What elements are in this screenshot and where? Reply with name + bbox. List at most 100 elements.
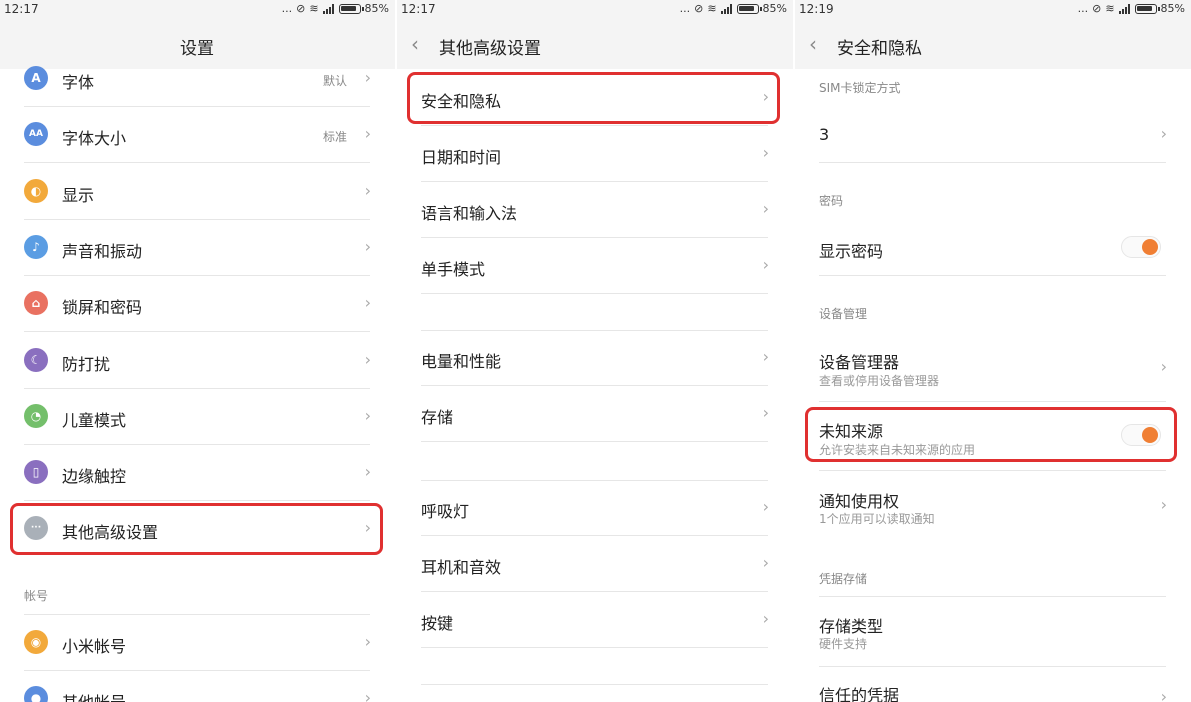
settings-item-label: 字体 [62, 73, 95, 92]
page-title: 安全和隐私 [837, 39, 922, 59]
settings-panel: 12:17 ... ⊘ ≋ 85% 设置 A 字体 默认 › AA 字体大小 标准 › ◐ 显示 ›… [0, 0, 395, 702]
settings-item[interactable]: A 字体 默认 › [0, 51, 395, 107]
divider [421, 647, 768, 648]
chevron-right-icon: › [762, 199, 769, 218]
section-header-account: 帐号 [24, 589, 49, 603]
settings-item-value: 默认 [322, 74, 347, 88]
advanced-settings-item-label: 呼吸灯 [421, 502, 470, 521]
status-time: 12:17 [401, 2, 436, 16]
advanced-settings-item[interactable]: 电量和性能 › [397, 330, 793, 386]
status-bar: 12:17 ... ⊘ ≋ 85% [0, 0, 395, 20]
account-item[interactable]: ◉ 小米帐号 › [0, 615, 395, 671]
advanced-settings-item-label: 日期和时间 [421, 148, 502, 167]
battery-percent: 85% [364, 2, 389, 15]
section-header-device: 设备管理 [819, 307, 868, 321]
other-account-icon: ● [24, 686, 48, 702]
account-item[interactable]: ● 其他帐号 › [0, 671, 395, 702]
settings-item-label: 防打扰 [62, 354, 111, 374]
advanced-settings-item[interactable]: 呼吸灯 › [397, 480, 793, 536]
battery-percent: 85% [762, 2, 787, 15]
device-manager-row[interactable]: 设备管理器 查看或停用设备管理器 › [795, 332, 1191, 402]
edge-touch-icon: ▯ [24, 460, 48, 485]
settings-item[interactable]: ☾ 防打扰 › [0, 333, 395, 389]
chevron-right-icon: › [364, 632, 371, 651]
settings-item[interactable]: ▯ 边缘触控 › [0, 445, 395, 502]
divider [421, 480, 768, 481]
wifi-icon: ≋ [1105, 2, 1115, 15]
settings-item[interactable]: ♪ 声音和振动 › [0, 220, 395, 276]
advanced-settings-item[interactable]: 语言和输入法 › [397, 182, 793, 238]
notification-access-label: 通知使用权 [819, 492, 900, 511]
settings-item-label: 声音和振动 [62, 241, 143, 261]
account-item-label: 其他帐号 [62, 689, 126, 702]
chevron-right-icon: › [762, 143, 769, 162]
sound-icon: ♪ [24, 234, 48, 259]
child-mode-icon: ◔ [24, 403, 48, 428]
status-time: 12:19 [799, 2, 834, 16]
advanced-settings-item[interactable]: 耳机和音效 › [397, 536, 793, 592]
settings-item-value: 标准 [322, 130, 347, 145]
advanced-settings-item[interactable]: 按键 › [397, 592, 793, 648]
battery-icon [338, 3, 364, 14]
advanced-settings-item-label: 按键 [421, 614, 454, 633]
dots-icon: ... [1077, 2, 1089, 15]
chevron-right-icon: › [762, 347, 769, 366]
back-icon[interactable]: ‹ [411, 32, 419, 56]
sim-lock-row[interactable]: 3 › [795, 107, 1191, 163]
advanced-settings-panel: 12:17 ... ⊘ ≋ 85% ‹ 其他高级设置 安全和隐私 › 日期和时间 › 语… [397, 0, 793, 702]
chevron-right-icon: › [364, 293, 371, 313]
moon-icon: ☾ [24, 347, 48, 372]
advanced-settings-item[interactable]: 存储 › [397, 386, 793, 442]
chevron-right-icon: › [1160, 687, 1167, 702]
highlight-box [10, 503, 383, 555]
back-icon[interactable]: ‹ [809, 32, 817, 56]
chevron-right-icon: › [364, 236, 371, 256]
mute-icon: ⊘ [694, 2, 704, 15]
sim-lock-value: 3 [819, 125, 830, 144]
signal-icon [720, 3, 733, 14]
settings-item-label: 字体大小 [62, 129, 127, 149]
page-title: 其他高级设置 [439, 39, 541, 59]
settings-item[interactable]: ◔ 儿童模式 › [0, 389, 395, 445]
notification-access-sub: 1个应用可以读取通知 [819, 512, 935, 526]
signal-icon [322, 3, 335, 14]
chevron-right-icon: › [364, 405, 371, 425]
show-password-toggle[interactable] [1121, 236, 1161, 258]
status-bar: 12:19 ... ⊘ ≋ 85% [795, 0, 1191, 20]
divider [421, 684, 768, 685]
wifi-icon: ≋ [309, 2, 319, 15]
chevron-right-icon: › [762, 403, 769, 422]
settings-item[interactable]: AA 字体大小 标准 › [0, 107, 395, 164]
status-bar: 12:17 ... ⊘ ≋ 85% [397, 0, 793, 20]
divider [421, 293, 768, 294]
section-header-credentials: 凭据存储 [819, 572, 868, 586]
settings-item[interactable]: ◐ 显示 › [0, 164, 395, 220]
signal-icon [1118, 3, 1131, 14]
storage-type-row[interactable]: 存储类型 硬件支持 [795, 597, 1191, 667]
trusted-credentials-label: 信任的凭据 [819, 686, 900, 702]
device-manager-label: 设备管理器 [819, 353, 900, 372]
mi-account-icon: ◉ [24, 630, 48, 654]
title-bar: ‹ 其他高级设置 [397, 20, 793, 69]
advanced-settings-item[interactable]: 日期和时间 › [397, 126, 793, 182]
storage-type-label: 存储类型 [819, 617, 884, 636]
show-password-label: 显示密码 [819, 242, 884, 261]
status-icons: ... ⊘ ≋ 85% [1078, 2, 1185, 15]
chevron-right-icon: › [762, 609, 769, 628]
dots-icon: ... [281, 2, 293, 15]
notification-access-row[interactable]: 通知使用权 1个应用可以读取通知 › [795, 471, 1191, 541]
trusted-credentials-row[interactable]: 信任的凭据 › [795, 667, 1191, 702]
divider [421, 330, 768, 331]
settings-item[interactable]: ⌂ 锁屏和密码 › [0, 276, 395, 333]
mute-icon: ⊘ [296, 2, 306, 15]
settings-item-label: 儿童模式 [62, 410, 127, 430]
chevron-right-icon: › [364, 349, 371, 369]
settings-item-label: 锁屏和密码 [62, 298, 143, 318]
title-bar: ‹ 安全和隐私 [795, 20, 1191, 69]
advanced-settings-item[interactable]: 单手模式 › [397, 238, 793, 294]
toggle-knob [1142, 239, 1158, 255]
advanced-settings-item-label: 单手模式 [421, 260, 486, 279]
show-password-row[interactable]: 显示密码 [795, 220, 1191, 276]
divider [819, 162, 1166, 163]
chevron-right-icon: › [364, 462, 371, 482]
